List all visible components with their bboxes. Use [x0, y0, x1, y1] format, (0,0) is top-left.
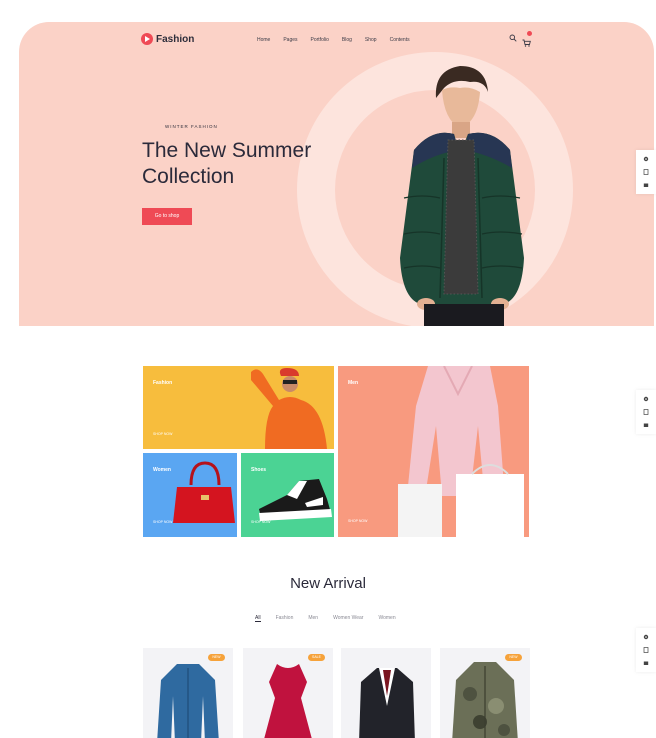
nav-item-blog[interactable]: Blog: [342, 37, 352, 43]
category-tile-men[interactable]: Men SHOP NOW: [338, 366, 529, 537]
play-logo-icon: [141, 33, 153, 45]
category-label: Fashion: [153, 380, 173, 386]
side-toolbar-1: [636, 150, 656, 194]
category-shop-link[interactable]: SHOP NOW: [153, 520, 172, 524]
product-badge: SALE: [308, 654, 325, 661]
hero-title-line-1: The New Summer: [142, 139, 312, 162]
category-image-men: [398, 366, 524, 537]
product-filter-tabs: All Fashion Men Women Wear Women: [255, 615, 396, 622]
nav-item-portfolio[interactable]: Portfolio: [311, 37, 329, 43]
hero-model-image: [400, 66, 524, 326]
nav-item-home[interactable]: Home: [257, 37, 270, 43]
document-icon[interactable]: [643, 647, 649, 653]
side-toolbar-3: [636, 628, 656, 672]
category-shop-link[interactable]: SHOP NOW: [348, 519, 367, 523]
cart-button[interactable]: [522, 31, 532, 52]
product-badge: NEW: [208, 654, 225, 661]
category-shop-link[interactable]: SHOP NOW: [153, 432, 172, 436]
product-image-camo-jacket: [452, 662, 518, 738]
category-image-women-handbag: [173, 461, 235, 523]
gear-icon[interactable]: [643, 396, 649, 402]
shop-cta-button[interactable]: Go to shop: [142, 208, 192, 225]
hero-banner: Fashion Home Pages Portfolio Blog Shop C…: [19, 22, 654, 326]
hero-title: The New Summer Collection: [142, 138, 382, 190]
search-icon[interactable]: [509, 34, 517, 42]
main-menu: Home Pages Portfolio Blog Shop Contents: [257, 37, 410, 43]
nav-item-contents[interactable]: Contents: [390, 37, 410, 43]
category-label: Women: [153, 467, 171, 473]
filter-tab-all[interactable]: All: [255, 615, 261, 622]
filter-tab-men[interactable]: Men: [308, 615, 318, 622]
product-image-red-dress: [264, 664, 312, 738]
product-card-suit-jacket[interactable]: [341, 648, 431, 738]
nav-item-shop[interactable]: Shop: [365, 37, 377, 43]
new-arrival-heading: New Arrival: [290, 575, 366, 592]
gear-icon[interactable]: [643, 634, 649, 640]
filter-tab-fashion[interactable]: Fashion: [276, 615, 294, 622]
cart-icon[interactable]: [643, 660, 649, 666]
category-image-shoes: [259, 479, 332, 521]
hero-title-line-2: Collection: [142, 165, 235, 188]
page: Fashion Home Pages Portfolio Blog Shop C…: [0, 0, 656, 738]
category-tile-shoes[interactable]: Shoes SHOP NOW: [241, 453, 334, 537]
top-navigation: Fashion Home Pages Portfolio Blog Shop C…: [19, 22, 654, 58]
product-image-suit-jacket: [359, 668, 415, 738]
category-tile-women[interactable]: Women SHOP NOW: [143, 453, 237, 537]
cart-icon[interactable]: [643, 182, 649, 188]
category-image-fashion: [251, 368, 327, 449]
cart-icon[interactable]: [643, 422, 649, 428]
gear-icon[interactable]: [643, 156, 649, 162]
category-label: Men: [348, 380, 358, 386]
product-card-denim-shirt[interactable]: NEW: [143, 648, 233, 738]
filter-tab-women[interactable]: Women: [378, 615, 395, 622]
filter-tab-women-wear[interactable]: Women Wear: [333, 615, 363, 622]
category-tile-fashion[interactable]: Fashion SHOP NOW: [143, 366, 334, 449]
nav-item-pages[interactable]: Pages: [283, 37, 297, 43]
brand-name: Fashion: [156, 33, 195, 45]
cart-icon: [522, 39, 531, 47]
document-icon[interactable]: [643, 169, 649, 175]
document-icon[interactable]: [643, 409, 649, 415]
side-toolbar-2: [636, 390, 656, 434]
product-card-red-dress[interactable]: SALE: [243, 648, 333, 738]
product-image-denim-shirt: [157, 664, 219, 738]
nav-icons: [509, 31, 532, 52]
brand-logo[interactable]: Fashion: [141, 33, 194, 45]
product-card-camo-jacket[interactable]: NEW: [440, 648, 530, 738]
hero-kicker: WINTER FASHION: [165, 124, 218, 129]
cart-count-badge: [527, 31, 532, 36]
